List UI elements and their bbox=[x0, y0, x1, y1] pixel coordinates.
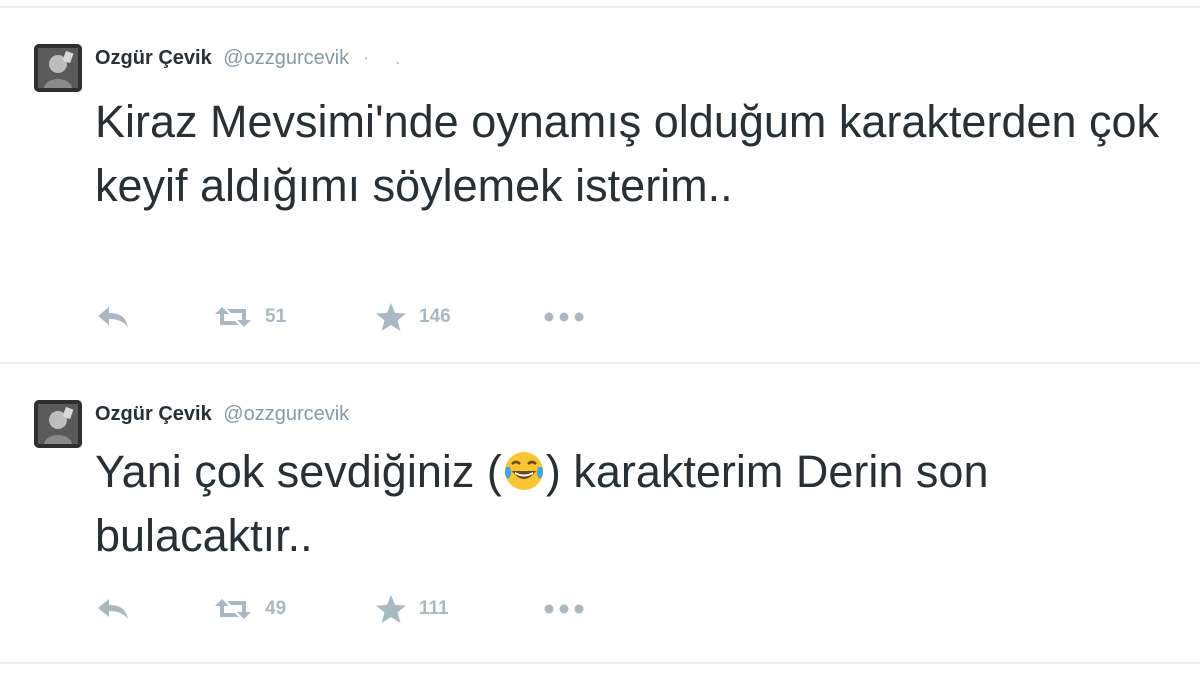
tweet-actions: 49 111 bbox=[95, 594, 615, 624]
star-icon bbox=[376, 303, 406, 331]
author-name[interactable]: Ozgür Çevik bbox=[95, 47, 212, 69]
favorite-button[interactable]: 111 bbox=[375, 594, 449, 624]
tweet-text: Kiraz Mevsimi'nde oynamış olduğum karakt… bbox=[95, 96, 1160, 211]
retweet-icon bbox=[215, 599, 251, 619]
star-icon bbox=[376, 595, 406, 623]
avatar-image bbox=[34, 400, 82, 448]
author-handle[interactable]: @ozzgurcevik bbox=[223, 403, 349, 425]
retweet-button[interactable]: 51 bbox=[213, 302, 286, 332]
avatar[interactable] bbox=[34, 400, 82, 448]
reply-icon bbox=[98, 307, 128, 327]
tweet-1[interactable]: Ozgür Çevik @ozzgurcevik · . Kiraz Mevsi… bbox=[0, 0, 1200, 360]
reply-button[interactable] bbox=[95, 594, 131, 624]
more-button[interactable] bbox=[541, 594, 587, 624]
retweet-icon bbox=[215, 307, 251, 327]
retweet-count: 51 bbox=[265, 306, 287, 327]
reply-button[interactable] bbox=[95, 302, 131, 332]
face-with-tears-of-joy-icon bbox=[504, 452, 543, 490]
tweet-header: Ozgür Çevik @ozzgurcevik bbox=[95, 402, 349, 426]
favorite-count: 146 bbox=[419, 306, 451, 327]
favorite-button[interactable]: 146 bbox=[375, 302, 451, 332]
tweet-text: Yani çok sevdiğiniz ( ) karakterim Derin… bbox=[95, 440, 1175, 568]
reply-icon bbox=[98, 599, 128, 619]
avatar[interactable] bbox=[34, 44, 82, 92]
tweet-actions: 51 146 bbox=[95, 302, 615, 332]
author-handle[interactable]: @ozzgurcevik bbox=[223, 47, 349, 69]
author-name[interactable]: Ozgür Çevik bbox=[95, 403, 212, 425]
tweet-header: Ozgür Çevik @ozzgurcevik · . bbox=[95, 46, 411, 70]
timestamp-separator: · . bbox=[362, 47, 411, 69]
tweet-text-part-1: Yani çok sevdiğiniz ( bbox=[95, 446, 502, 497]
more-dots-icon bbox=[544, 312, 584, 322]
favorite-count: 111 bbox=[419, 598, 449, 619]
avatar-image bbox=[34, 44, 82, 92]
more-button[interactable] bbox=[541, 302, 587, 332]
tweet-timeline: Ozgür Çevik @ozzgurcevik · . Kiraz Mevsi… bbox=[0, 0, 1200, 675]
bottom-divider bbox=[0, 662, 1200, 664]
retweet-count: 49 bbox=[265, 598, 287, 619]
more-dots-icon bbox=[544, 604, 584, 614]
retweet-button[interactable]: 49 bbox=[213, 594, 286, 624]
tweet-2[interactable]: Ozgür Çevik @ozzgurcevik Yani çok sevdiğ… bbox=[0, 364, 1200, 664]
